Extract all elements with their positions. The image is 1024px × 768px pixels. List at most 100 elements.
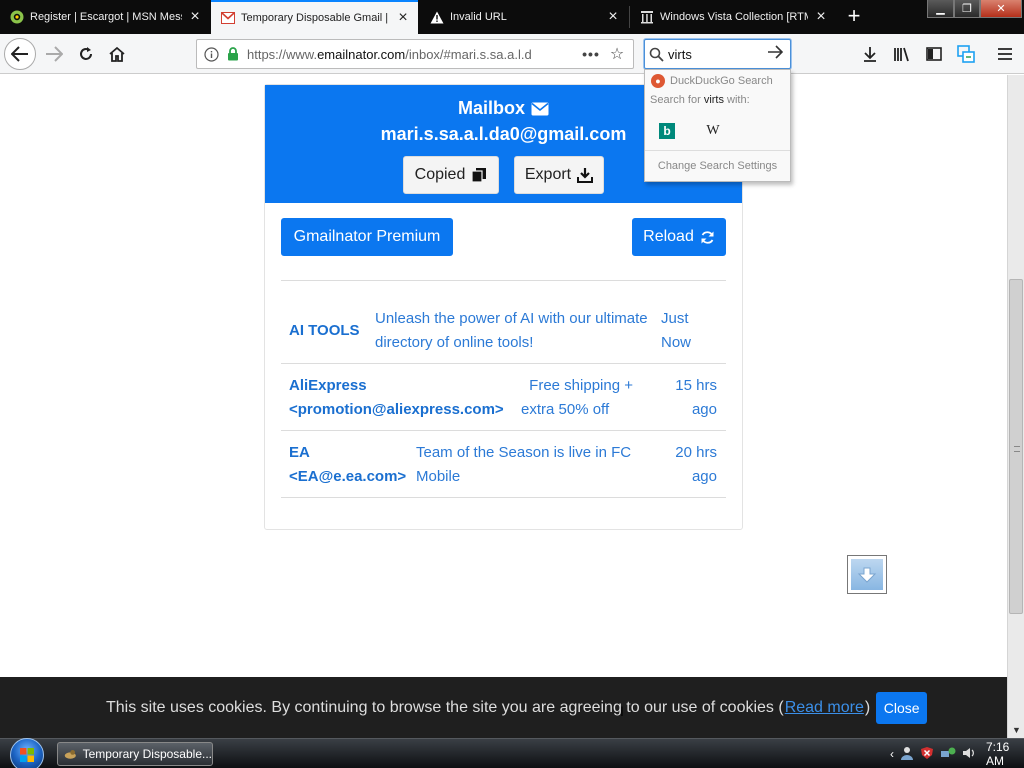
bing-icon[interactable]: b [659, 123, 675, 139]
scrollbar-grip [1014, 446, 1020, 452]
tab-title: Temporary Disposable Gmail | T [241, 12, 390, 24]
reload-icon [80, 47, 92, 60]
search-for-query: virts [703, 94, 724, 106]
start-button[interactable] [10, 738, 44, 768]
page-content: Mailbox mari.s.sa.a.l.da0@gmail.com Copi… [0, 75, 1007, 738]
subject-line: Team of the Season is live in FC [416, 444, 632, 461]
sender-name: AI TOOLS [289, 322, 360, 339]
sidebar-icon [926, 47, 942, 61]
tab-temporary-gmail[interactable]: Temporary Disposable Gmail | T × [211, 0, 418, 34]
scrollbar-thumb[interactable] [1009, 279, 1023, 614]
info-icon[interactable] [203, 46, 219, 62]
gmail-icon [221, 11, 235, 25]
sidebar-button[interactable] [922, 42, 946, 66]
time-line: ago [691, 468, 717, 485]
gmailnator-premium-button[interactable]: Gmailnator Premium [281, 218, 453, 256]
user-tray-icon[interactable] [900, 746, 914, 763]
back-button[interactable] [4, 38, 36, 70]
search-bar[interactable]: virts [644, 39, 791, 69]
subject-line: Free shipping + [529, 377, 633, 394]
subject-line: directory of online tools! [375, 334, 534, 351]
page-scrollbar[interactable]: ▼ [1007, 75, 1024, 738]
navigation-toolbar: https://www.emailnator.com/inbox/#mari.s… [0, 34, 1024, 74]
current-search-engine[interactable]: ● DuckDuckGo Search [645, 70, 790, 92]
bookmark-star-icon[interactable]: ☆ [607, 44, 627, 64]
close-tab-icon[interactable]: × [814, 9, 828, 25]
forward-button[interactable] [40, 40, 68, 68]
scroll-down-arrow-icon [851, 559, 883, 590]
close-tab-icon[interactable]: × [396, 10, 410, 26]
url-host: emailnator.com [317, 46, 406, 62]
clock[interactable]: 7:16 AM [986, 740, 1024, 768]
tab-title: Register | Escargot | MSN Mess [30, 11, 182, 23]
synced-tabs-icon [957, 45, 975, 63]
tab-register-escargot[interactable]: Register | Escargot | MSN Mess × [0, 0, 210, 34]
message-sender: AliExpress <promotion@aliexpress.com> [289, 374, 504, 422]
lock-icon[interactable] [225, 46, 241, 62]
warning-icon [430, 10, 444, 24]
message-row[interactable]: AI TOOLS Unleash the power of AI with ou… [281, 306, 726, 362]
reload-button-label: Reload [643, 228, 694, 245]
close-tab-icon[interactable]: × [606, 9, 620, 25]
url-text[interactable]: https://www.emailnator.com/inbox/#mari.s… [247, 47, 577, 62]
volume-icon[interactable] [962, 746, 976, 763]
library-icon [894, 47, 909, 62]
tray-expand-icon[interactable]: ‹ [890, 747, 894, 761]
duckduckgo-icon: ● [651, 74, 665, 88]
minimize-window-button[interactable]: ▁ [927, 0, 954, 18]
tab-invalid-url[interactable]: Invalid URL × [420, 0, 628, 34]
text-cursor-icon: I [620, 703, 624, 719]
maximize-window-button[interactable]: ❐ [954, 0, 980, 18]
tab-windows-vista[interactable]: Windows Vista Collection [RTM × [630, 0, 836, 34]
cookie-close-paren: ) [864, 698, 871, 716]
close-window-button[interactable]: ✕ [980, 0, 1022, 18]
message-sender: AI TOOLS [289, 319, 360, 343]
change-search-settings-link[interactable]: Change Search Settings [645, 150, 790, 180]
cookie-banner: This site uses cookies. By continuing to… [0, 677, 1007, 738]
search-go-arrow-icon[interactable] [764, 44, 786, 64]
network-icon[interactable] [940, 746, 956, 763]
message-row[interactable]: EA <EA@e.ea.com> Team of the Season is l… [281, 440, 726, 496]
sender-email: <promotion@aliexpress.com> [289, 401, 504, 418]
sender-name: EA [289, 444, 310, 461]
scroll-down-button[interactable] [847, 555, 887, 594]
library-button[interactable] [890, 42, 914, 66]
menu-button[interactable] [993, 42, 1017, 66]
security-alert-icon[interactable] [920, 746, 934, 763]
message-subject: Team of the Season is live in FC Mobile [416, 441, 646, 489]
taskbar-item-label: Temporary Disposable... [82, 747, 212, 761]
message-row[interactable]: AliExpress <promotion@aliexpress.com> Fr… [281, 373, 726, 429]
downloads-button[interactable] [858, 42, 882, 66]
wikipedia-icon[interactable]: W [705, 123, 721, 139]
copied-button[interactable]: Copied [403, 156, 499, 194]
url-bar[interactable]: https://www.emailnator.com/inbox/#mari.s… [196, 39, 634, 69]
home-icon [109, 46, 125, 62]
search-input[interactable]: virts [668, 47, 764, 62]
time-line: Now [661, 334, 692, 351]
home-button[interactable] [103, 40, 131, 68]
mailbox-title-text: Mailbox [457, 98, 525, 118]
taskbar-item-browser[interactable]: Temporary Disposable... [57, 742, 213, 766]
page-actions-menu-icon[interactable]: ••• [581, 46, 601, 62]
divider [281, 280, 726, 281]
close-tab-icon[interactable]: × [188, 9, 202, 25]
subject-line: Unleash the power of AI with our ultimat… [375, 310, 648, 327]
hamburger-menu-icon [998, 48, 1012, 60]
subject-line: Mobile [416, 468, 461, 485]
copy-icon [471, 168, 487, 183]
search-for-prefix: Search for [650, 94, 701, 106]
export-button[interactable]: Export [514, 156, 604, 194]
time-line: ago [691, 401, 717, 418]
new-tab-button[interactable]: + [842, 4, 866, 28]
scroll-down-arrow-icon[interactable]: ▼ [1012, 725, 1021, 735]
search-for-suffix: with: [727, 94, 750, 106]
read-more-link[interactable]: Read more [785, 699, 864, 717]
reload-inbox-button[interactable]: Reload [632, 218, 726, 256]
synced-tabs-button[interactable] [954, 42, 978, 66]
refresh-icon [701, 230, 714, 244]
sender-name: AliExpress [289, 377, 367, 394]
reload-button[interactable] [72, 40, 100, 68]
escargot-icon [10, 10, 24, 24]
download-icon [864, 47, 876, 62]
cookie-close-button[interactable]: Close [876, 691, 928, 724]
